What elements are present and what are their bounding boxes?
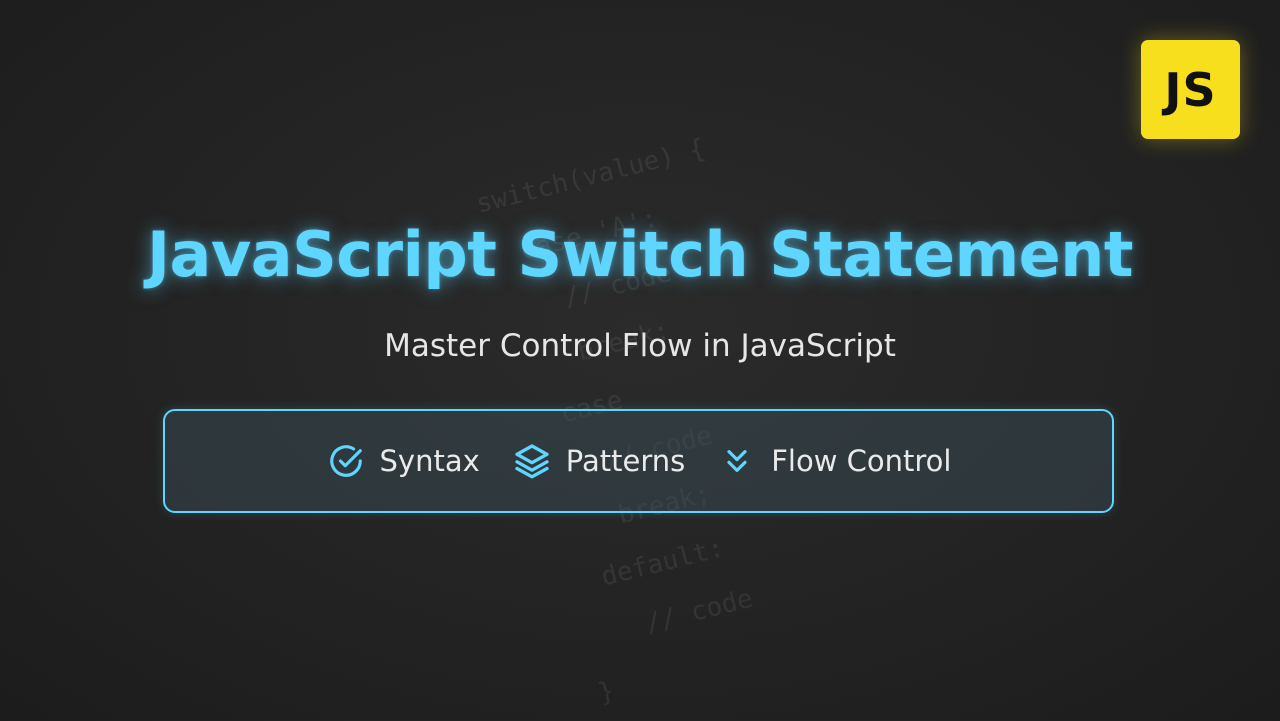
check-circle-icon (326, 441, 366, 481)
feature-label: Syntax (379, 444, 480, 478)
feature-syntax: Syntax (326, 441, 480, 481)
chevrons-down-icon (717, 441, 757, 481)
js-logo-text: JS (1164, 62, 1217, 117)
js-logo-badge: JS (1141, 40, 1240, 139)
page-subtitle: Master Control Flow in JavaScript (384, 328, 896, 364)
page-title: JavaScript Switch Statement (146, 218, 1134, 291)
feature-bar: Syntax Patterns Flow Control (163, 409, 1114, 513)
feature-label: Flow Control (771, 444, 952, 478)
feature-patterns: Patterns (512, 441, 685, 481)
feature-flow-control: Flow Control (717, 441, 951, 481)
layers-icon (512, 441, 552, 481)
feature-label: Patterns (565, 444, 686, 478)
